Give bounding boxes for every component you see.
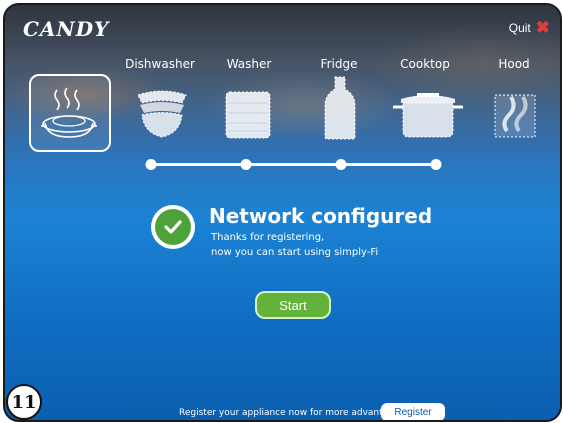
quit-label: Quit (508, 20, 531, 35)
app-window: CANDY Quit ✖ Dishwasher Washer Fridge Co… (3, 3, 562, 422)
checkmark-icon (151, 205, 195, 249)
progress-step-1 (145, 159, 157, 170)
status-line-1: Thanks for registering, (211, 232, 325, 243)
pot-icon (393, 93, 463, 138)
bottle-icon (324, 76, 356, 140)
category-label-fridge: Fridge (320, 57, 358, 71)
status-line-2: now you can start using simply-Fi (211, 247, 379, 258)
quit-button[interactable]: Quit ✖ (509, 19, 550, 36)
appliance-dishwasher[interactable] (134, 89, 190, 141)
category-label-cooktop: Cooktop (400, 57, 450, 71)
register-button[interactable]: Register (381, 403, 445, 420)
bowls-stack-icon (137, 90, 187, 138)
category-label-washer: Washer (226, 57, 272, 71)
progress-step-2 (240, 159, 252, 170)
category-label-dishwasher: Dishwasher (125, 57, 195, 71)
close-x-icon: ✖ (535, 18, 550, 37)
towels-stack-icon (225, 91, 271, 139)
selected-category-dish[interactable] (29, 74, 111, 152)
appliance-washer[interactable] (223, 89, 273, 141)
candy-logo: CANDY (23, 17, 110, 41)
step-number-badge: 11 (6, 384, 42, 420)
progress-step-3 (335, 159, 347, 170)
start-button[interactable]: Start (255, 291, 331, 319)
dish-plate-icon (41, 87, 97, 138)
appliance-hood[interactable] (493, 91, 537, 139)
register-prompt: Register your appliance now for more adv… (179, 408, 405, 418)
appliance-fridge[interactable] (323, 75, 357, 141)
status-title: Network configured (209, 204, 433, 228)
progress-track (151, 163, 437, 166)
steam-icon (494, 94, 536, 138)
category-label-hood: Hood (498, 57, 530, 71)
appliance-cooktop[interactable] (391, 85, 465, 141)
progress-step-4 (430, 159, 442, 170)
